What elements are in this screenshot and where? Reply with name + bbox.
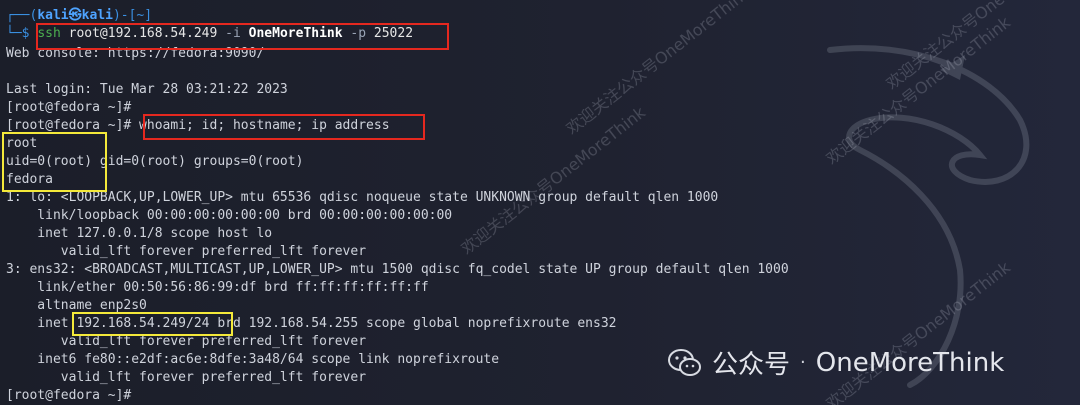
prompt-corner: ┌──( (6, 8, 38, 23)
output-line: 1: lo: <LOOPBACK,UP,LOWER_UP> mtu 65536 … (6, 190, 719, 205)
root-prompt: [root@fedora ~]# (6, 118, 132, 133)
output-line: link/loopback 00:00:00:00:00:00 brd 00:0… (6, 208, 453, 223)
output-line: inet 127.0.0.1/8 scope host lo (6, 226, 273, 241)
brand-label: 公众号 (712, 350, 791, 380)
watermark-text: 欢迎关注公众号OneMoreThink (562, 0, 754, 139)
wechat-brand: 公众号 · OneMoreThink (668, 344, 1004, 381)
whoami-command-highlight (143, 114, 425, 140)
ip-address-highlight (72, 312, 233, 336)
prompt-dir: )-[~] (112, 8, 153, 23)
wechat-icon (668, 348, 701, 376)
brand-name: OneMoreThink (815, 347, 1005, 378)
output-line: link/ether 00:50:56:86:99:df brd ff:ff:f… (6, 280, 429, 295)
output-line: valid_lft forever preferred_lft forever (6, 244, 367, 259)
identity-output-highlight (2, 132, 107, 192)
terminal-window[interactable]: 欢迎关注公众号OneMoreThink 欢迎关注公众号OneMoreThink … (0, 0, 1080, 405)
output-line: 3: ens32: <BROADCAST,MULTICAST,UP,LOWER_… (6, 262, 789, 277)
output-line: [root@fedora ~]# (6, 100, 132, 115)
prompt-user-host: kali㉿kali (37, 8, 113, 23)
output-line: inet6 fe80::e2df:ac6e:8dfe:3a48/64 scope… (6, 352, 500, 367)
output-line: valid_lft forever preferred_lft forever (6, 370, 367, 385)
ssh-command-highlight (36, 23, 449, 50)
brand-separator: · (800, 352, 806, 373)
prompt-arrow: └─$ (6, 26, 30, 41)
output-line: [root@fedora ~]# (6, 388, 132, 403)
output-line: Last login: Tue Mar 28 03:21:22 2023 (6, 82, 288, 97)
watermark-text: 欢迎关注公众号OneMoreThink (457, 102, 649, 259)
